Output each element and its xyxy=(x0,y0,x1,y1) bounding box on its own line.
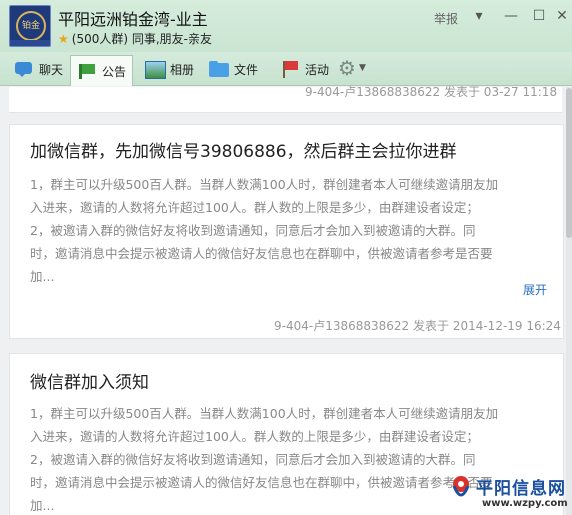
star-icon: ★ xyxy=(58,31,69,46)
watermark: 平阳信息网 www.wzpy.com xyxy=(448,470,570,512)
announcement-list: 9-404-卢13868838622 发表于 03-27 11:18 加微信群，… xyxy=(0,85,572,515)
body-line: 入进来，邀请的人数将允许超过100人。群人数的上限是多少，由群建设者设定； xyxy=(30,429,479,444)
watermark-name: 平阳信息网 xyxy=(476,479,566,499)
tab-events[interactable]: 活动 xyxy=(274,55,335,83)
announcement-card[interactable]: 加微信群，先加微信号39806886，然后群主会拉你进群 1，群主可以升级500… xyxy=(9,124,564,339)
tab-announcement[interactable]: 公告 xyxy=(70,55,134,86)
watermark-logo-icon xyxy=(452,476,470,497)
notice-icon xyxy=(77,62,97,80)
tab-album[interactable]: 相册 xyxy=(139,55,200,83)
flag-icon xyxy=(280,60,300,78)
post-meta: 9-404-卢13868838622 发表于 03-27 11:18 xyxy=(305,85,558,99)
body-line: 1，群主可以升级500百人群。当群人数满100人时，群创建者本人可继续邀请朋友加 xyxy=(30,406,499,421)
album-icon xyxy=(145,60,166,79)
tab-announcement-label: 公告 xyxy=(102,64,127,79)
scrollbar-thumb[interactable] xyxy=(566,88,572,238)
group-subtitle-text: (500人群) 同事,朋友-亲友 xyxy=(71,32,212,46)
watermark-url: www.wzpy.com xyxy=(482,498,568,509)
body-line: 2，被邀请入群的微信好友将收到邀请通知，同意后才会加入到被邀请的大群。同 xyxy=(30,223,476,238)
gear-icon: ⚙ xyxy=(338,56,356,80)
group-avatar[interactable]: 铂金湾 xyxy=(9,5,51,47)
tab-files-label: 文件 xyxy=(234,62,259,77)
body-line: 加... xyxy=(30,269,55,284)
group-title: 平阳远洲铂金湾-业主 xyxy=(58,10,208,29)
settings-menu[interactable]: ⚙ ▼ xyxy=(338,58,366,78)
minimize-button[interactable]: — xyxy=(502,7,520,25)
announcement-title[interactable]: 加微信群，先加微信号39806886，然后群主会拉你进群 xyxy=(30,137,457,162)
close-button[interactable]: ✕ xyxy=(553,7,571,25)
chat-icon xyxy=(14,60,34,78)
tab-events-label: 活动 xyxy=(305,62,330,77)
announcement-body: 1，群主可以升级500百人群。当群人数满100人时，群创建者本人可继续邀请朋友加… xyxy=(30,173,550,288)
expand-link[interactable]: 展开 xyxy=(523,281,547,298)
tab-files[interactable]: 文件 xyxy=(203,55,264,83)
folder-icon xyxy=(209,60,229,78)
body-line: 入进来，邀请的人数将允许超过100人。群人数的上限是多少，由群建设者设定； xyxy=(30,200,479,215)
announcement-title[interactable]: 微信群加入须知 xyxy=(30,368,149,393)
announcement-card: 9-404-卢13868838622 发表于 03-27 11:18 xyxy=(9,85,562,113)
caret-down-icon: ▼ xyxy=(358,63,366,73)
group-header: 铂金湾 平阳远洲铂金湾-业主 ★ (500人群) 同事,朋友-亲友 举报 ▾ —… xyxy=(0,0,572,52)
chevron-down-icon[interactable]: ▾ xyxy=(470,7,488,25)
tab-chat-label: 聊天 xyxy=(39,62,64,77)
body-line: 时，邀请消息中会提示被邀请人的微信好友信息也在群聊中，供被邀请者参考是否要 xyxy=(30,246,493,261)
post-meta: 9-404-卢13868838622 发表于 2014-12-19 16:24 xyxy=(274,319,561,333)
tab-album-label: 相册 xyxy=(170,62,195,77)
tab-chat[interactable]: 聊天 xyxy=(8,55,69,83)
group-subtitle: ★ (500人群) 同事,朋友-亲友 xyxy=(58,30,212,47)
body-line: 1，群主可以升级500百人群。当群人数满100人时，群创建者本人可继续邀请朋友加 xyxy=(30,177,499,192)
tab-bar: 聊天 公告 相册 文件 活动 xyxy=(0,52,572,86)
maximize-button[interactable]: ☐ xyxy=(530,7,548,25)
avatar-logo: 铂金湾 xyxy=(16,11,46,41)
body-line: 2，被邀请入群的微信好友将收到邀请通知，同意后才会加入到被邀请的大群。同 xyxy=(30,452,476,467)
report-link[interactable]: 举报 xyxy=(434,10,458,27)
